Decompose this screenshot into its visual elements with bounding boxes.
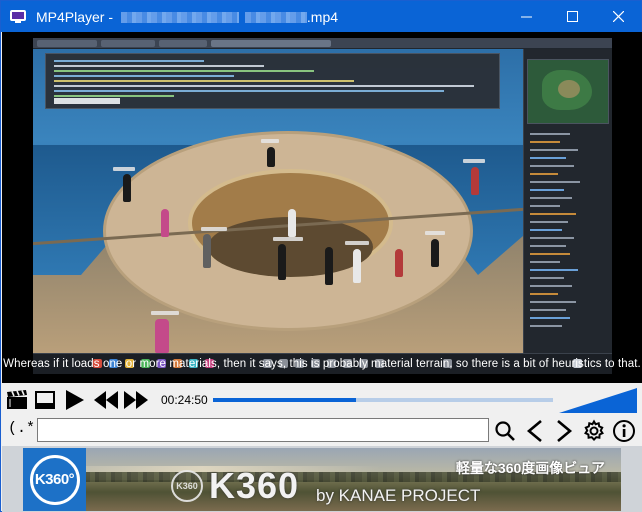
k360-mark-text: K360 <box>176 481 198 491</box>
video-scene <box>33 49 523 353</box>
window-title: MP4Player - .mp4 <box>36 9 338 25</box>
search-button[interactable] <box>492 418 518 444</box>
blurred-filename-part-1 <box>120 12 239 24</box>
video-side-panel <box>523 49 612 353</box>
playback-controls: 00:24:50 <box>2 383 642 417</box>
info-button[interactable] <box>611 418 637 444</box>
minimize-button[interactable] <box>503 1 549 32</box>
k360-logo-text: K360° <box>34 471 75 488</box>
fast-forward-button[interactable] <box>121 387 151 413</box>
search-icon <box>495 421 515 441</box>
next-match-button[interactable] <box>551 418 577 444</box>
title-bar[interactable]: MP4Player - .mp4 <box>1 1 641 32</box>
close-icon <box>612 11 624 22</box>
close-button[interactable] <box>595 1 641 32</box>
video-display[interactable] <box>2 32 642 383</box>
subtitle-text: Whereas if it loads one or more material… <box>3 358 641 370</box>
search-controls: (.*) <box>2 417 642 446</box>
open-file-button[interactable] <box>4 387 30 413</box>
maximize-button[interactable] <box>549 1 595 32</box>
current-time: 00:24:50 <box>161 393 208 407</box>
window-icon <box>35 391 55 409</box>
volume-slider[interactable] <box>559 388 637 413</box>
blurred-filename-part-2 <box>244 12 307 24</box>
rewind-icon <box>94 391 118 409</box>
minimize-icon <box>520 16 532 18</box>
maximize-icon <box>566 11 578 22</box>
settings-button[interactable] <box>581 418 607 444</box>
k360-logo: K360° <box>23 448 86 511</box>
video-frame <box>33 38 612 374</box>
ad-banner[interactable]: K360° K360 K360 by KANAE PROJECT 軽量な360度… <box>2 446 642 512</box>
video-minimap <box>527 59 609 124</box>
app-icon <box>10 9 28 24</box>
settings-icon <box>584 419 604 442</box>
k360-mark: K360 <box>171 470 203 502</box>
app-window: MP4Player - .mp4 Whereas if it loads one… <box>0 0 642 512</box>
play-button[interactable] <box>61 387 87 413</box>
video-chat-panel <box>45 53 500 109</box>
fast-forward-icon <box>124 391 148 409</box>
previous-match-button[interactable] <box>522 418 548 444</box>
window-mode-button[interactable] <box>32 387 58 413</box>
clapperboard-icon <box>7 390 27 409</box>
subtitle-search-input[interactable] <box>37 418 489 442</box>
previous-icon <box>526 420 542 442</box>
play-icon <box>66 390 84 410</box>
window-title-prefix: MP4Player - <box>36 8 117 25</box>
rewind-button[interactable] <box>91 387 121 413</box>
video-browser-bar <box>33 38 612 49</box>
k360-ad[interactable]: K360° K360 K360 by KANAE PROJECT 軽量な360度… <box>23 448 621 511</box>
k360-tagline: 軽量な360度画像ビュア <box>455 460 605 476</box>
next-icon <box>557 420 573 442</box>
seek-bar[interactable] <box>213 398 553 402</box>
seek-bar-progress <box>213 398 356 402</box>
info-icon <box>613 420 635 442</box>
window-title-extension: .mp4 <box>306 8 339 25</box>
k360-title: K360 <box>209 465 300 506</box>
k360-byline: by KANAE PROJECT <box>316 486 481 505</box>
